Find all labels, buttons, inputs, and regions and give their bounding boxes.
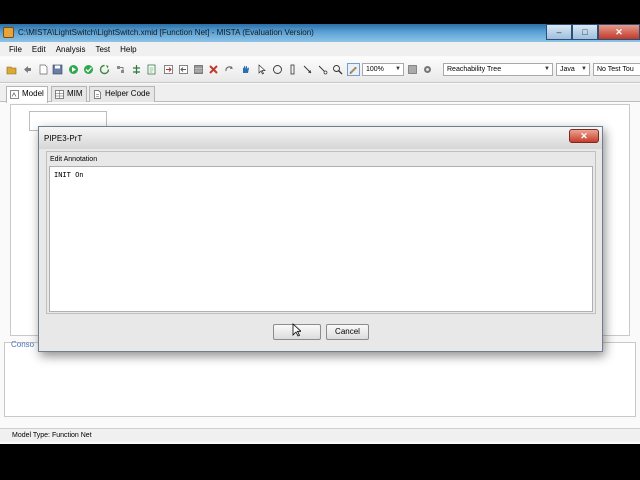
settings-icon[interactable] (422, 64, 433, 75)
menu-analysis[interactable]: Analysis (51, 45, 91, 54)
dialog-titlebar[interactable]: PIPE3-PrT ✕ (39, 127, 602, 149)
run-icon[interactable] (68, 64, 79, 75)
tree-type-value: Reachability Tree (447, 66, 502, 73)
edit-annotation-label: Edit Annotation (50, 156, 98, 163)
model-type-status: Model Type: Function Net (12, 432, 92, 439)
tab-helper-code[interactable]: Helper Code (89, 86, 155, 102)
new-file-icon[interactable] (38, 64, 49, 75)
edit-annotation-panel: Edit Annotation INIT On (46, 151, 596, 314)
console-panel: Conso (4, 340, 636, 417)
refresh-icon[interactable] (99, 64, 110, 75)
tab-mim[interactable]: MIM (51, 86, 87, 102)
menu-edit[interactable]: Edit (27, 45, 51, 54)
window-controls: – □ ✕ (546, 24, 640, 40)
window-titlebar[interactable]: C:\MISTA\LightSwitch\LightSwitch.xmid [F… (0, 24, 640, 42)
minimize-button[interactable]: – (546, 24, 572, 40)
transition-bar-icon[interactable] (287, 64, 298, 75)
maximize-button[interactable]: □ (572, 24, 598, 40)
language-select[interactable]: Java ▼ (556, 63, 590, 76)
zoom-select[interactable]: 100% ▼ (362, 63, 404, 76)
save-icon[interactable] (52, 64, 63, 75)
app-icon (3, 27, 14, 38)
chevron-down-icon: ▼ (581, 66, 587, 72)
hand-icon[interactable] (240, 64, 251, 75)
arc-icon[interactable] (302, 64, 313, 75)
grid-icon[interactable] (193, 64, 204, 75)
menubar: File Edit Analysis Test Help (0, 42, 640, 56)
close-window-button[interactable]: ✕ (598, 24, 640, 40)
zoom-icon[interactable] (332, 64, 343, 75)
model-icon (10, 90, 19, 99)
import-icon[interactable] (163, 64, 174, 75)
cancel-button[interactable]: Cancel (326, 324, 369, 340)
square-toggle-icon[interactable] (407, 64, 418, 75)
chevron-down-icon: ▼ (395, 66, 401, 72)
zoom-value: 100% (366, 66, 384, 73)
console-tab[interactable]: Conso (11, 340, 34, 349)
chevron-down-icon: ▼ (544, 66, 550, 72)
screen-frame: C:\MISTA\LightSwitch\LightSwitch.xmid [F… (0, 0, 640, 480)
open-icon[interactable] (6, 64, 17, 75)
document-icon[interactable] (146, 64, 157, 75)
menu-file[interactable]: File (4, 45, 27, 54)
test-option-value: No Test Tou (597, 66, 634, 73)
dialog-title: PIPE3-PrT (44, 134, 83, 143)
tab-label: Model (22, 89, 44, 98)
table-icon (55, 90, 64, 99)
language-value: Java (560, 66, 575, 73)
inhibitor-arc-icon[interactable] (317, 64, 328, 75)
window-title: C:\MISTA\LightSwitch\LightSwitch.xmid [F… (18, 28, 314, 37)
toolbar: 100% ▼ Reachability Tree ▼ Java ▼ No Test T… (0, 57, 640, 83)
export-icon[interactable] (178, 64, 189, 75)
tab-model[interactable]: Model (6, 86, 48, 103)
edit-annotation-dialog: PIPE3-PrT ✕ Edit Annotation INIT On Canc… (38, 126, 603, 352)
code-file-icon (93, 90, 102, 99)
tab-label: MIM (67, 89, 83, 98)
redo-icon[interactable] (224, 64, 235, 75)
status-bar: Model Type: Function Net (0, 428, 640, 442)
test-option-select[interactable]: No Test Tou (593, 63, 640, 76)
layout-icon[interactable] (115, 64, 126, 75)
check-icon[interactable] (83, 64, 94, 75)
annotation-tool-icon[interactable] (347, 63, 360, 76)
editor-tabs: Model MIM Helper Code (0, 84, 640, 103)
tab-label: Helper Code (105, 89, 150, 98)
annotation-textarea[interactable]: INIT On (49, 166, 593, 312)
tree-icon[interactable] (131, 64, 142, 75)
menu-test[interactable]: Test (90, 45, 115, 54)
place-circle-icon[interactable] (272, 64, 283, 75)
pointer-icon[interactable] (256, 64, 267, 75)
delete-icon[interactable] (208, 64, 219, 75)
arrow-icon[interactable] (22, 64, 33, 75)
tree-type-select[interactable]: Reachability Tree ▼ (443, 63, 553, 76)
dialog-close-button[interactable]: ✕ (569, 129, 599, 143)
menu-help[interactable]: Help (115, 45, 141, 54)
mouse-cursor-icon (292, 323, 303, 337)
